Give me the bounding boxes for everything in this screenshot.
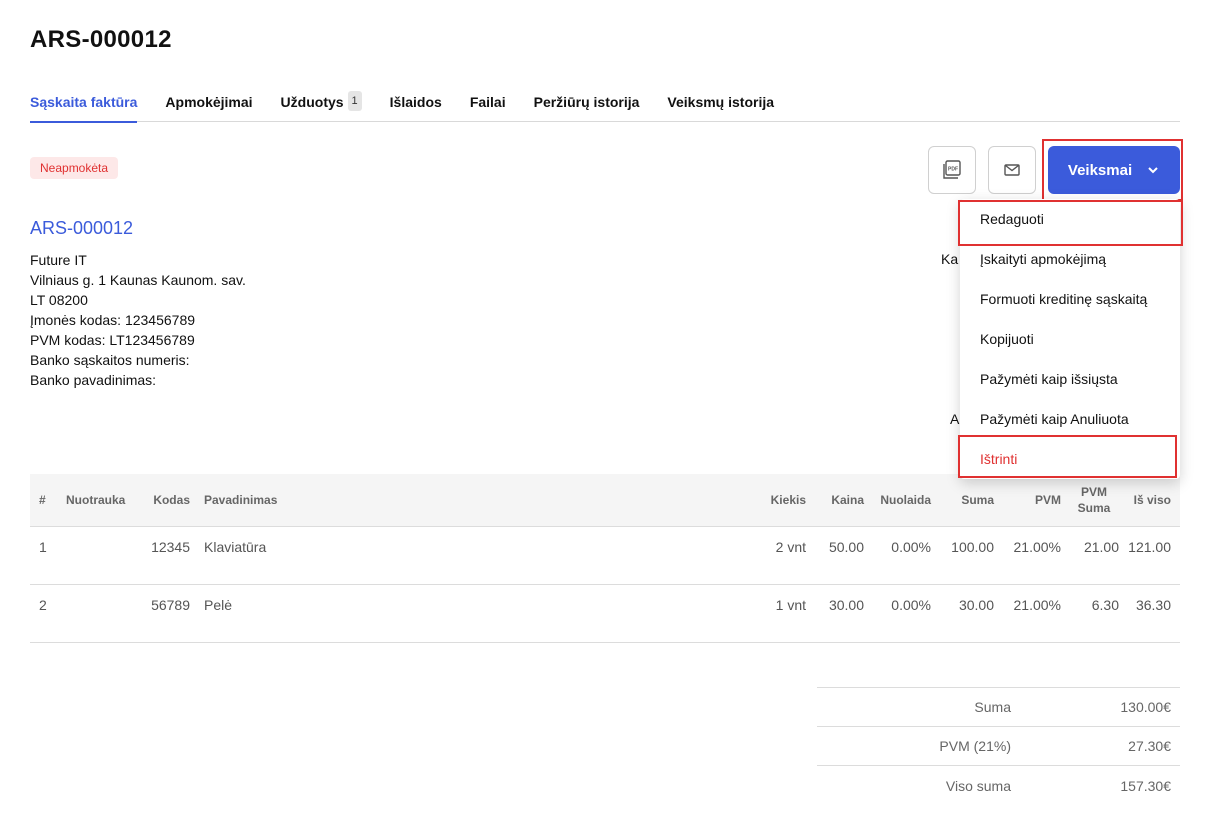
tab-label: Išlaidos <box>389 94 442 110</box>
seller-postcode: LT 08200 <box>30 292 88 308</box>
seller-vat-code: PVM kodas: LT123456789 <box>30 332 195 348</box>
totals-row-vat: PVM (21%) 27.30€ <box>817 727 1180 766</box>
cell-discount: 0.00% <box>868 525 935 584</box>
cell-name: Klaviatūra <box>194 525 760 584</box>
cell-photo <box>60 525 138 584</box>
actions-button[interactable]: Veiksmai <box>1048 146 1180 194</box>
column-header: Kodas <box>138 474 194 526</box>
cell-total: 36.30 <box>1123 583 1180 643</box>
cell-quantity: 2 vnt <box>760 525 810 584</box>
document-number: ARS-000012 <box>30 218 134 238</box>
tab-label: Peržiūrų istorija <box>533 94 640 110</box>
tab-label: Sąskaita faktūra <box>30 94 138 110</box>
tab-action-history[interactable]: Veiksmų istorija <box>667 89 774 122</box>
tab-label: Failai <box>469 94 506 110</box>
tab-expenses[interactable]: Išlaidos <box>390 89 442 122</box>
svg-text:PDF: PDF <box>948 167 958 173</box>
tab-label: Užduotys <box>280 94 344 110</box>
partial-text: A <box>950 411 960 427</box>
totals-label: Viso suma <box>945 777 1011 794</box>
tab-payments[interactable]: Apmokėjimai <box>165 89 252 122</box>
cell-code: 12345 <box>138 525 194 584</box>
table-row: 2 56789 Pelė 1 vnt 30.00 0.00% 30.00 21.… <box>30 583 1180 643</box>
cell-photo <box>60 583 138 643</box>
cell-vat: 21.00% <box>998 583 1065 643</box>
seller-details: Future IT Vilniaus g. 1 Kaunas Kaunom. s… <box>30 250 246 390</box>
email-button[interactable] <box>988 146 1036 194</box>
totals-summary: Suma 130.00€ PVM (21%) 27.30€ Viso suma … <box>817 687 1180 805</box>
cell-vat-sum: 6.30 <box>1065 583 1123 643</box>
menu-item-copy[interactable]: Kopijuoti <box>980 331 1034 347</box>
cell-name: Pelė <box>194 583 760 643</box>
menu-item-edit[interactable]: Redaguoti <box>980 211 1044 227</box>
menu-item-create-credit-note[interactable]: Formuoti kreditinę sąskaitą <box>980 291 1147 307</box>
cell-quantity: 1 vnt <box>760 583 810 643</box>
cell-discount: 0.00% <box>868 583 935 643</box>
tab-invoice[interactable]: Sąskaita faktūra <box>30 89 138 123</box>
invoice-items-table: # Nuotrauka Kodas Pavadinimas Kiekis Kai… <box>30 474 1180 643</box>
chevron-down-icon <box>1146 163 1160 177</box>
seller-bank-account: Banko sąskaitos numeris: <box>30 352 190 368</box>
menu-item-delete[interactable]: Ištrinti <box>980 451 1017 467</box>
tab-label: Apmokėjimai <box>165 94 253 110</box>
menu-item-mark-cancelled[interactable]: Pažymėti kaip Anuliuota <box>980 411 1129 427</box>
menu-item-record-payment[interactable]: Įskaityti apmokėjimą <box>980 251 1106 267</box>
menu-item-mark-sent[interactable]: Pažymėti kaip išsiųsta <box>980 371 1118 387</box>
totals-row-sum: Suma 130.00€ <box>817 688 1180 727</box>
totals-label: Suma <box>974 699 1011 715</box>
envelope-icon <box>1004 164 1020 176</box>
tab-files[interactable]: Failai <box>470 89 506 122</box>
seller-name: Future IT <box>30 252 87 268</box>
column-header: PVM <box>998 474 1065 526</box>
tab-bar: Sąskaita faktūra Apmokėjimai Užduotys 1 I… <box>30 89 1180 123</box>
column-header: # <box>30 474 60 526</box>
pdf-button[interactable]: PDF <box>928 146 976 194</box>
table-row: 1 12345 Klaviatūra 2 vnt 50.00 0.00% 100… <box>30 525 1180 584</box>
totals-row-grand: Viso suma 157.30€ <box>817 766 1180 805</box>
page-title: ARS-000012 <box>30 26 172 53</box>
totals-value: 157.30€ <box>1120 777 1171 794</box>
cell-sum: 100.00 <box>935 525 998 584</box>
column-header: Nuotrauka <box>60 474 138 526</box>
pdf-icon: PDF <box>943 160 961 179</box>
tasks-count-badge: 1 <box>347 91 362 111</box>
cell-vat: 21.00% <box>998 525 1065 584</box>
actions-dropdown-menu: Redaguoti Įskaityti apmokėjimą Formuoti … <box>960 199 1180 479</box>
column-header: Kaina <box>810 474 868 526</box>
tab-label: Veiksmų istorija <box>667 94 775 110</box>
totals-value: 27.30€ <box>1128 738 1171 754</box>
column-header: Kiekis <box>760 474 810 526</box>
cell-number: 2 <box>30 583 60 643</box>
status-badge: Neapmokėta <box>30 157 119 179</box>
column-header: Suma <box>935 474 998 526</box>
cell-code: 56789 <box>138 583 194 643</box>
tab-tasks[interactable]: Užduotys 1 <box>281 89 362 122</box>
seller-address: Vilniaus g. 1 Kaunas Kaunom. sav. <box>30 272 246 288</box>
column-header: Pavadinimas <box>194 474 760 526</box>
cell-price: 50.00 <box>810 525 868 584</box>
column-header: Nuolaida <box>868 474 935 526</box>
seller-company-code: Įmonės kodas: 123456789 <box>30 312 196 328</box>
table-header-row: # Nuotrauka Kodas Pavadinimas Kiekis Kai… <box>30 474 1180 526</box>
cell-total: 121.00 <box>1123 525 1180 584</box>
actions-button-label: Veiksmai <box>1067 161 1133 179</box>
cell-sum: 30.00 <box>935 583 998 643</box>
cell-price: 30.00 <box>810 583 868 643</box>
partial-text: Ka <box>941 251 959 267</box>
totals-label: PVM (21%) <box>939 738 1011 754</box>
tab-view-history[interactable]: Peržiūrų istorija <box>534 89 640 122</box>
cell-vat-sum: 21.00 <box>1065 525 1123 584</box>
totals-value: 130.00€ <box>1120 699 1171 715</box>
column-header: PVM Suma <box>1065 474 1123 526</box>
seller-bank-name: Banko pavadinimas: <box>30 372 157 388</box>
column-header: Iš viso <box>1123 474 1180 526</box>
cell-number: 1 <box>30 525 60 584</box>
